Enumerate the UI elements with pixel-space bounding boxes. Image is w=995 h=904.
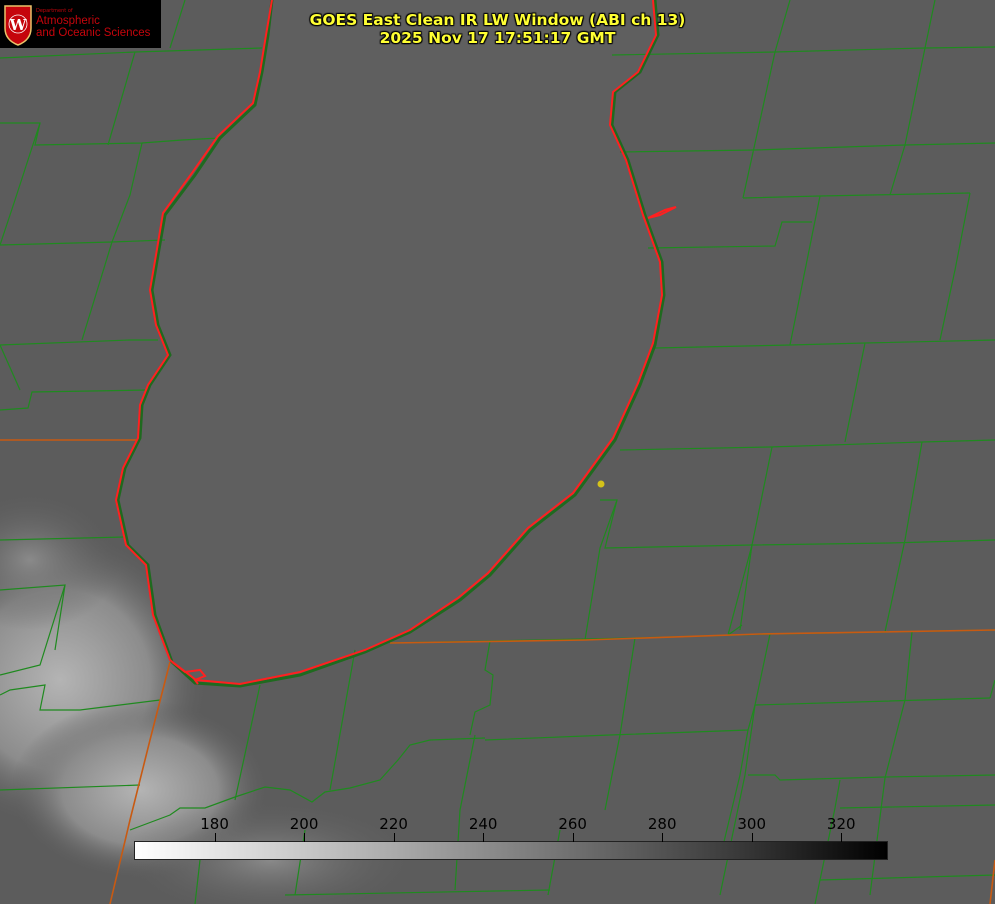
colorbar-gradient xyxy=(134,841,888,860)
image-title: GOES East Clean IR LW Window (ABI ch 13)… xyxy=(0,11,995,47)
colorbar-tick xyxy=(662,833,664,842)
colorbar-tick xyxy=(841,833,843,842)
colorbar-tick xyxy=(393,833,395,842)
colorbar-tick-label: 260 xyxy=(558,815,587,833)
colorbar-tick xyxy=(572,833,574,842)
colorbar-tick-label: 180 xyxy=(200,815,229,833)
colorbar-tick xyxy=(304,833,306,842)
colorbar-tick-label: 220 xyxy=(379,815,408,833)
colorbar-tick xyxy=(214,833,216,842)
colorbar-tick-label: 320 xyxy=(826,815,856,833)
colorbar-tick xyxy=(483,833,485,842)
colorbar-tick-label: 240 xyxy=(468,815,498,833)
lake-michigan-water xyxy=(118,0,664,686)
colorbar-tick-label: 200 xyxy=(289,815,319,833)
station-marker xyxy=(597,480,605,488)
title-timestamp: 2025 Nov 17 17:51:17 GMT xyxy=(379,29,616,47)
satellite-map xyxy=(0,0,995,904)
colorbar-tick-label: 300 xyxy=(737,815,767,833)
satellite-image-viewer: W Department of Atmospheric and Oceanic … xyxy=(0,0,995,904)
colorbar-tick xyxy=(751,833,753,842)
title-product-name: GOES East Clean IR LW Window (ABI ch 13) xyxy=(309,11,686,29)
colorbar-tick-label: 280 xyxy=(647,815,677,833)
